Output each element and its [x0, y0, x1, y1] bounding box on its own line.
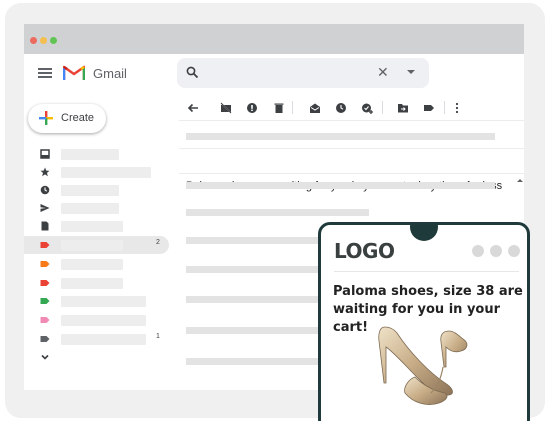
- main-menu-icon[interactable]: [38, 68, 52, 78]
- unread-count: 2: [156, 239, 160, 246]
- high-heels-image: [378, 326, 468, 405]
- star-icon: [40, 167, 50, 177]
- toolbar-separator: [444, 101, 445, 114]
- divider: [179, 120, 524, 121]
- snooze-icon[interactable]: [335, 102, 347, 114]
- sidebar-item[interactable]: 2: [24, 236, 169, 254]
- sidebar-item-label: [61, 167, 151, 178]
- sidebar-item[interactable]: [24, 311, 169, 329]
- gmail-logo-icon: [63, 65, 85, 80]
- placeholder-line: [186, 182, 495, 189]
- divider: [334, 271, 519, 272]
- close-window-dot[interactable]: [30, 37, 37, 44]
- inbox-icon: [40, 149, 50, 159]
- placeholder-line: [186, 133, 495, 140]
- label-icon: [40, 298, 50, 304]
- archive-icon[interactable]: [220, 102, 232, 114]
- placeholder-line: [186, 209, 369, 216]
- sidebar-item[interactable]: 1: [24, 330, 169, 348]
- dot-icon: [472, 245, 484, 257]
- sidebar-item-label: [61, 185, 119, 196]
- scrollbar-arrow[interactable]: [517, 179, 523, 182]
- label-icon: [40, 336, 50, 342]
- clear-search-icon[interactable]: ✕: [377, 64, 389, 81]
- sidebar-item-label: [61, 259, 123, 270]
- sidebar-item-label: [61, 334, 146, 345]
- dot-icon: [490, 245, 502, 257]
- maximize-window-dot[interactable]: [50, 37, 57, 44]
- sidebar-item-label: [61, 315, 146, 326]
- sidebar-item-label: [61, 203, 119, 214]
- label-icon: [40, 280, 50, 286]
- minimize-window-dot[interactable]: [40, 37, 47, 44]
- sidebar-item[interactable]: [24, 199, 169, 217]
- divider: [179, 148, 524, 149]
- toolbar-separator: [292, 101, 293, 114]
- sidebar-item[interactable]: [24, 274, 169, 292]
- divider: [179, 173, 524, 174]
- sidebar-item-label: [61, 240, 123, 251]
- label-icon: [40, 261, 50, 267]
- label-icon: [40, 317, 50, 323]
- sidebar-more[interactable]: [24, 348, 169, 366]
- plus-icon: [39, 111, 53, 125]
- sidebar-item-label: [61, 149, 119, 160]
- sidebar-item-label: [61, 278, 123, 289]
- mobile-ad-mockup: LOGO Paloma shoes, size 38 are waiting f…: [318, 222, 530, 421]
- delete-icon[interactable]: [273, 102, 285, 114]
- search-bar[interactable]: ✕: [177, 58, 429, 88]
- search-input[interactable]: [205, 64, 365, 82]
- app-name: Gmail: [93, 66, 127, 81]
- sidebar-item[interactable]: [24, 181, 169, 199]
- report-spam-icon[interactable]: [246, 102, 258, 114]
- sidebar-item[interactable]: [24, 292, 169, 310]
- more-icon[interactable]: [451, 102, 463, 114]
- add-task-icon[interactable]: [361, 102, 373, 114]
- send-icon: [40, 204, 50, 212]
- sidebar-item-label: [61, 296, 146, 307]
- sidebar-item[interactable]: [24, 163, 169, 181]
- sidebar-item[interactable]: [24, 217, 169, 235]
- browser-titlebar: [24, 24, 524, 54]
- mark-unread-icon[interactable]: [309, 102, 321, 114]
- sidebar-item-label: [61, 221, 123, 232]
- chevron-down-icon: [41, 354, 49, 360]
- labels-icon[interactable]: [423, 102, 435, 114]
- search-icon[interactable]: [186, 66, 199, 79]
- document-icon: [41, 221, 49, 231]
- clock-icon: [40, 185, 50, 195]
- phone-notch: [410, 225, 438, 241]
- create-button[interactable]: Create: [28, 104, 106, 133]
- move-to-icon[interactable]: [397, 102, 409, 114]
- dot-icon: [508, 245, 520, 257]
- unread-count: 1: [156, 333, 160, 340]
- sidebar-item[interactable]: [24, 255, 169, 273]
- search-options-icon[interactable]: [407, 70, 415, 74]
- label-icon: [40, 242, 50, 248]
- toolbar-separator: [382, 101, 383, 114]
- brand-logo: LOGO: [334, 239, 395, 263]
- sidebar-item[interactable]: [24, 145, 169, 163]
- create-label: Create: [61, 112, 95, 124]
- back-arrow-icon[interactable]: [187, 102, 199, 114]
